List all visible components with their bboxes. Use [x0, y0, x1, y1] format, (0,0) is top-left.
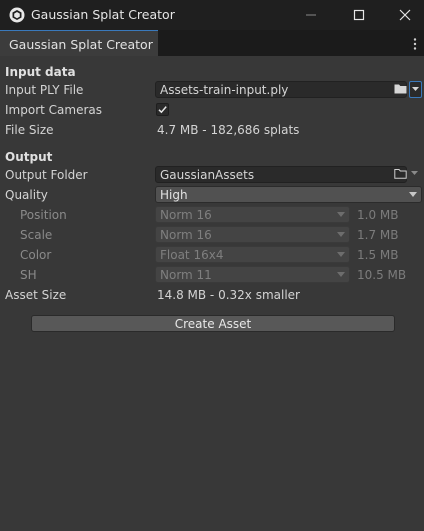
asset-size-row: Asset Size 14.8 MB - 0.32x smaller [0, 285, 424, 305]
position-row: Position Norm 16 1.0 MB [0, 205, 424, 225]
scale-format-dropdown[interactable]: Norm 16 [155, 226, 350, 243]
quality-row: Quality High [0, 185, 424, 205]
maximize-button[interactable] [336, 0, 382, 30]
import-cameras-row: Import Cameras [0, 100, 424, 120]
input-section-header: Input data [5, 65, 76, 79]
quality-value: High [160, 188, 188, 202]
chevron-down-icon [337, 272, 345, 277]
quality-label: Quality [5, 188, 48, 202]
input-section: Input data [0, 62, 424, 82]
scale-label: Scale [20, 228, 53, 242]
import-cameras-checkbox[interactable] [156, 103, 169, 116]
position-format-value: Norm 16 [160, 208, 212, 222]
scale-row: Scale Norm 16 1.7 MB [0, 225, 424, 245]
file-size-row: File Size 4.7 MB - 182,686 splats [0, 120, 424, 140]
create-asset-button[interactable]: Create Asset [31, 315, 395, 332]
output-section: Output [0, 147, 424, 167]
close-button[interactable] [382, 0, 424, 30]
ply-file-dropdown-button[interactable] [409, 81, 422, 98]
file-size-value: 4.7 MB - 182,686 splats [157, 123, 300, 137]
output-folder-value: GaussianAssets [160, 168, 255, 182]
folder-icon[interactable] [394, 83, 407, 94]
color-size: 1.5 MB [357, 248, 399, 262]
ply-file-value: Assets-train-input.ply [160, 83, 289, 97]
output-folder-field[interactable]: GaussianAssets [155, 166, 407, 183]
sh-label: SH [20, 268, 37, 282]
folder-outline-icon[interactable] [394, 168, 407, 179]
output-folder-row: Output Folder GaussianAssets [0, 165, 424, 185]
more-vertical-icon[interactable] [412, 37, 418, 51]
color-label: Color [20, 248, 52, 262]
checkmark-icon [158, 106, 167, 114]
chevron-down-icon [337, 252, 345, 257]
minimize-icon [306, 14, 316, 16]
position-label: Position [20, 208, 67, 222]
color-row: Color Float 16x4 1.5 MB [0, 245, 424, 265]
asset-size-label: Asset Size [5, 288, 67, 302]
sh-format-value: Norm 11 [160, 268, 212, 282]
sh-size: 10.5 MB [357, 268, 407, 282]
tab-gaussian-splat-creator[interactable]: Gaussian Splat Creator [0, 30, 158, 56]
window-title: Gaussian Splat Creator [31, 7, 175, 22]
import-cameras-label: Import Cameras [5, 103, 102, 117]
unity-logo-icon [9, 7, 25, 23]
close-icon [399, 9, 411, 21]
tab-label: Gaussian Splat Creator [9, 37, 153, 52]
chevron-down-icon [412, 87, 419, 91]
maximize-icon [353, 9, 365, 21]
color-format-value: Float 16x4 [160, 248, 224, 262]
ply-file-field[interactable]: Assets-train-input.ply [155, 81, 407, 98]
chevron-down-icon [337, 212, 345, 217]
minimize-button[interactable] [288, 0, 334, 30]
window-titlebar: Gaussian Splat Creator [0, 0, 424, 30]
ply-file-row: Input PLY File Assets-train-input.ply [0, 80, 424, 100]
position-format-dropdown[interactable]: Norm 16 [155, 206, 350, 223]
output-section-header: Output [5, 150, 53, 164]
chevron-down-icon [411, 171, 418, 175]
quality-dropdown[interactable]: High [155, 186, 422, 203]
color-format-dropdown[interactable]: Float 16x4 [155, 246, 350, 263]
sh-row: SH Norm 11 10.5 MB [0, 265, 424, 285]
scale-size: 1.7 MB [357, 228, 399, 242]
scale-format-value: Norm 16 [160, 228, 212, 242]
position-size: 1.0 MB [357, 208, 399, 222]
asset-size-value: 14.8 MB - 0.32x smaller [157, 288, 300, 302]
ply-file-label: Input PLY File [5, 83, 84, 97]
output-folder-label: Output Folder [5, 168, 88, 182]
tab-bar: Gaussian Splat Creator [0, 30, 424, 56]
output-folder-dropdown-button[interactable] [409, 166, 422, 183]
chevron-down-icon [409, 192, 417, 197]
file-size-label: File Size [5, 123, 54, 137]
chevron-down-icon [337, 232, 345, 237]
sh-format-dropdown[interactable]: Norm 11 [155, 266, 350, 283]
